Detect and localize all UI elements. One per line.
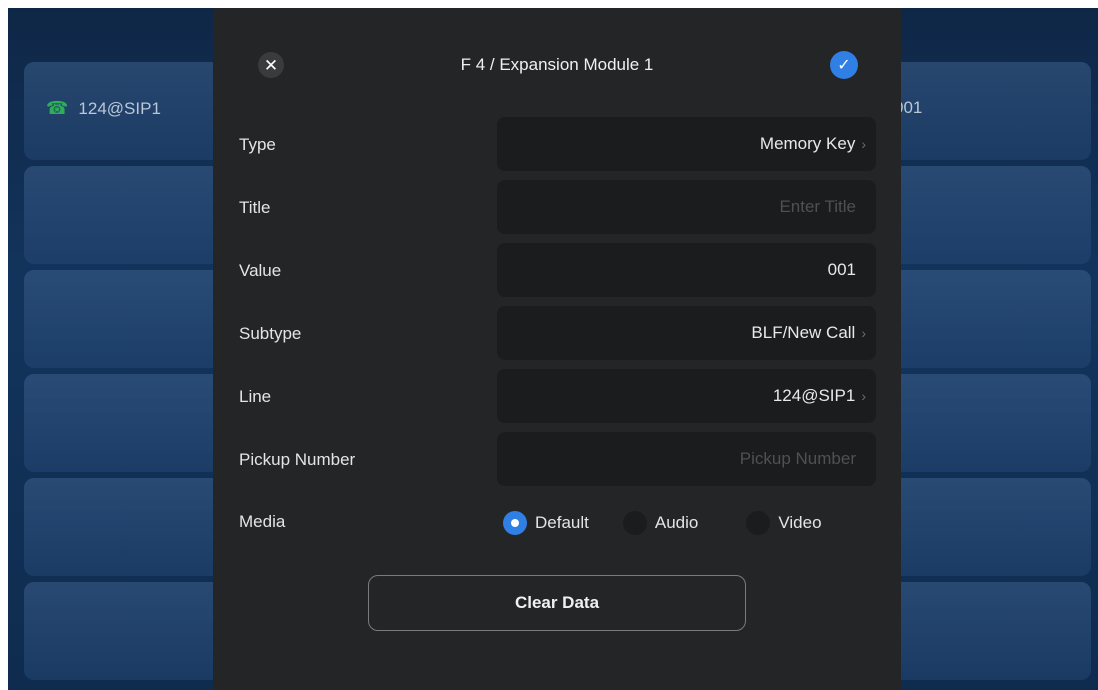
phone-icon: ☎ [46, 98, 69, 118]
line-value: 124@SIP1 [772, 386, 856, 405]
value-label: Value [239, 261, 282, 280]
media-option-label: Default [535, 513, 589, 532]
type-value: Memory Key [759, 134, 856, 153]
value-text: 001 [827, 260, 856, 279]
dialog-title: F 4 / Expansion Module 1 [460, 55, 654, 74]
chevron-right-icon: › [861, 388, 866, 404]
pickup-placeholder: Pickup Number [739, 449, 856, 468]
pickup-label: Pickup Number [239, 450, 356, 469]
clear-data-button[interactable]: Clear Data [368, 575, 746, 631]
radio-unselected-icon [746, 511, 771, 535]
media-option-label: Video [778, 513, 822, 532]
title-placeholder: Enter Title [779, 197, 856, 216]
edit-key-dialog: ✕ F 4 / Expansion Module 1 ✓ Type Memory… [213, 8, 901, 690]
line-label: Line [239, 387, 272, 406]
media-radio-audio[interactable]: Audio [622, 511, 699, 535]
media-radio-video[interactable]: Video [746, 511, 822, 535]
value-input[interactable]: 001 [497, 243, 876, 297]
background-line-label: 124@SIP1 [78, 98, 161, 118]
media-radio-default[interactable]: Default [503, 511, 589, 535]
media-radio-group: Default Audio Video [503, 511, 822, 535]
subtype-label: Subtype [239, 324, 302, 343]
radio-unselected-icon [622, 511, 647, 535]
subtype-value: BLF/New Call [751, 323, 856, 342]
confirm-check-icon[interactable]: ✓ [830, 51, 858, 79]
radio-selected-icon [503, 511, 527, 535]
line-selector[interactable]: 124@SIP1 › [497, 369, 876, 423]
subtype-selector[interactable]: BLF/New Call › [497, 306, 876, 360]
title-label: Title [239, 198, 271, 217]
type-selector[interactable]: Memory Key › [497, 117, 876, 171]
title-input[interactable]: Enter Title [497, 180, 876, 234]
type-label: Type [239, 135, 276, 154]
media-label: Media [239, 512, 286, 531]
chevron-right-icon: › [861, 325, 866, 341]
pickup-number-input[interactable]: Pickup Number [497, 432, 876, 486]
background-line-key: ☎ 124@SIP1 [46, 98, 161, 119]
chevron-right-icon: › [861, 136, 866, 152]
media-option-label: Audio [654, 513, 699, 532]
